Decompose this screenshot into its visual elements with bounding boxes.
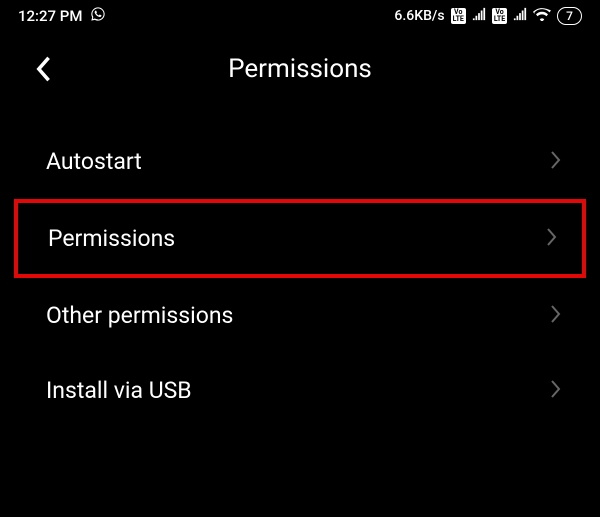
- list-item-label: Autostart: [46, 148, 142, 175]
- signal-icon-1: [472, 7, 486, 25]
- header: Permissions: [0, 32, 600, 112]
- status-bar: 12:27 PM 6.6KB/s VoLTE VoLTE 7: [0, 0, 600, 32]
- list-item-label: Other permissions: [46, 302, 233, 329]
- list-item-permissions[interactable]: Permissions: [14, 199, 586, 278]
- list-item-label: Install via USB: [46, 377, 192, 404]
- list-item-autostart[interactable]: Autostart: [0, 124, 600, 199]
- volte-badge-2: VoLTE: [492, 8, 507, 24]
- data-speed: 6.6KB/s: [394, 8, 444, 24]
- wifi-icon: [533, 7, 551, 25]
- page-title: Permissions: [228, 54, 372, 84]
- battery-level: 7: [566, 9, 573, 23]
- signal-icon-2: [513, 7, 527, 25]
- chevron-right-icon: [550, 379, 562, 403]
- status-time: 12:27 PM: [18, 7, 82, 25]
- status-left: 12:27 PM: [18, 6, 106, 26]
- back-button[interactable]: [34, 55, 52, 83]
- status-right: 6.6KB/s VoLTE VoLTE 7: [394, 7, 582, 25]
- volte-badge: VoLTE: [451, 8, 466, 24]
- list-item-install-usb[interactable]: Install via USB: [0, 353, 600, 428]
- chevron-right-icon: [550, 150, 562, 174]
- list-item-other-permissions[interactable]: Other permissions: [0, 278, 600, 353]
- list-item-label: Permissions: [48, 225, 175, 252]
- whatsapp-icon: [90, 6, 106, 26]
- settings-list: Autostart Permissions Other permissions …: [0, 112, 600, 440]
- battery-icon: 7: [557, 7, 582, 25]
- chevron-right-icon: [550, 304, 562, 328]
- chevron-right-icon: [546, 227, 558, 251]
